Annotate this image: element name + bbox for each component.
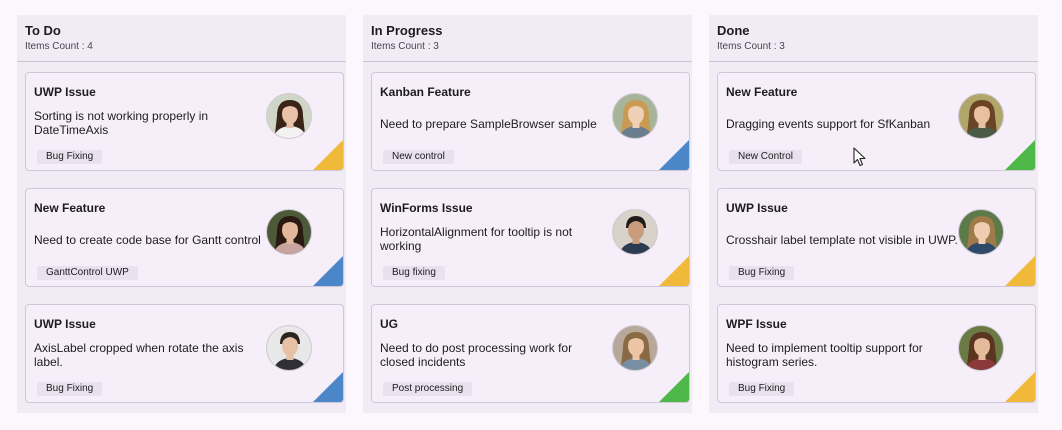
column-todo: To Do Items Count : 4 UWP Issue Sorting … — [17, 15, 346, 413]
card-description: Crosshair label template not visible in … — [726, 233, 958, 247]
card-title: UG — [380, 317, 398, 331]
priority-indicator — [1005, 256, 1035, 286]
avatar — [958, 93, 1004, 139]
kanban-card[interactable]: UWP Issue Crosshair label template not v… — [717, 188, 1036, 287]
card-description: Need to create code base for Gantt contr… — [34, 233, 261, 247]
priority-indicator — [659, 372, 689, 402]
column-header: Done Items Count : 3 — [709, 15, 1038, 62]
avatar — [958, 209, 1004, 255]
column-done: Done Items Count : 3 New Feature Draggin… — [709, 15, 1038, 413]
card-description: Need to implement tooltip support for hi… — [726, 341, 923, 369]
priority-indicator — [1005, 140, 1035, 170]
card-tag: Bug Fixing — [37, 382, 103, 396]
priority-indicator — [313, 140, 343, 170]
column-header: In Progress Items Count : 3 — [363, 15, 692, 62]
card-title: New Feature — [34, 201, 106, 215]
card-description: AxisLabel cropped when rotate the axis l… — [34, 341, 244, 369]
card-tag: New Control — [729, 150, 803, 164]
column-header: To Do Items Count : 4 — [17, 15, 346, 62]
column-in-progress: In Progress Items Count : 3 Kanban Featu… — [363, 15, 692, 413]
kanban-card[interactable]: UWP Issue Sorting is not working properl… — [25, 72, 344, 171]
priority-indicator — [1005, 372, 1035, 402]
avatar — [612, 93, 658, 139]
card-description: Dragging events support for SfKanban — [726, 117, 931, 131]
kanban-card[interactable]: New Feature Need to create code base for… — [25, 188, 344, 287]
priority-indicator — [313, 372, 343, 402]
kanban-card[interactable]: WinForms Issue HorizontalAlignment for t… — [371, 188, 690, 287]
kanban-card[interactable]: UWP Issue AxisLabel cropped when rotate … — [25, 304, 344, 403]
card-title: New Feature — [726, 85, 798, 99]
kanban-board: To Do Items Count : 4 UWP Issue Sorting … — [17, 15, 1038, 413]
card-description: Need to prepare SampleBrowser sample — [380, 117, 597, 131]
card-tag: Bug fixing — [383, 266, 445, 280]
column-items-count: Items Count : 3 — [371, 41, 439, 52]
card-tag: Bug Fixing — [729, 266, 795, 280]
column-title: To Do — [25, 23, 61, 38]
card-tag: Bug Fixing — [729, 382, 795, 396]
avatar — [266, 209, 312, 255]
priority-indicator — [659, 140, 689, 170]
column-title: In Progress — [371, 23, 443, 38]
card-tag: New control — [383, 150, 454, 164]
kanban-card[interactable]: New Feature Dragging events support for … — [717, 72, 1036, 171]
card-title: Kanban Feature — [380, 85, 471, 99]
card-title: UWP Issue — [34, 317, 96, 331]
avatar — [612, 209, 658, 255]
card-tag: GanttControl UWP — [37, 266, 138, 280]
mouse-cursor-icon — [853, 147, 867, 172]
card-description: Need to do post processing work for clos… — [380, 341, 573, 369]
column-items-count: Items Count : 4 — [25, 41, 93, 52]
column-items-count: Items Count : 3 — [717, 41, 785, 52]
card-description: HorizontalAlignment for tooltip is not w… — [380, 225, 573, 253]
avatar — [266, 325, 312, 371]
card-title: WPF Issue — [726, 317, 787, 331]
card-title: WinForms Issue — [380, 201, 473, 215]
avatar — [266, 93, 312, 139]
kanban-card[interactable]: Kanban Feature Need to prepare SampleBro… — [371, 72, 690, 171]
kanban-card[interactable]: WPF Issue Need to implement tooltip supp… — [717, 304, 1036, 403]
avatar — [612, 325, 658, 371]
priority-indicator — [659, 256, 689, 286]
column-title: Done — [717, 23, 750, 38]
avatar — [958, 325, 1004, 371]
card-tag: Bug Fixing — [37, 150, 103, 164]
kanban-card[interactable]: UG Need to do post processing work for c… — [371, 304, 690, 403]
card-title: UWP Issue — [34, 85, 96, 99]
card-description: Sorting is not working properly in DateT… — [34, 109, 209, 137]
priority-indicator — [313, 256, 343, 286]
card-title: UWP Issue — [726, 201, 788, 215]
card-tag: Post processing — [383, 382, 473, 396]
